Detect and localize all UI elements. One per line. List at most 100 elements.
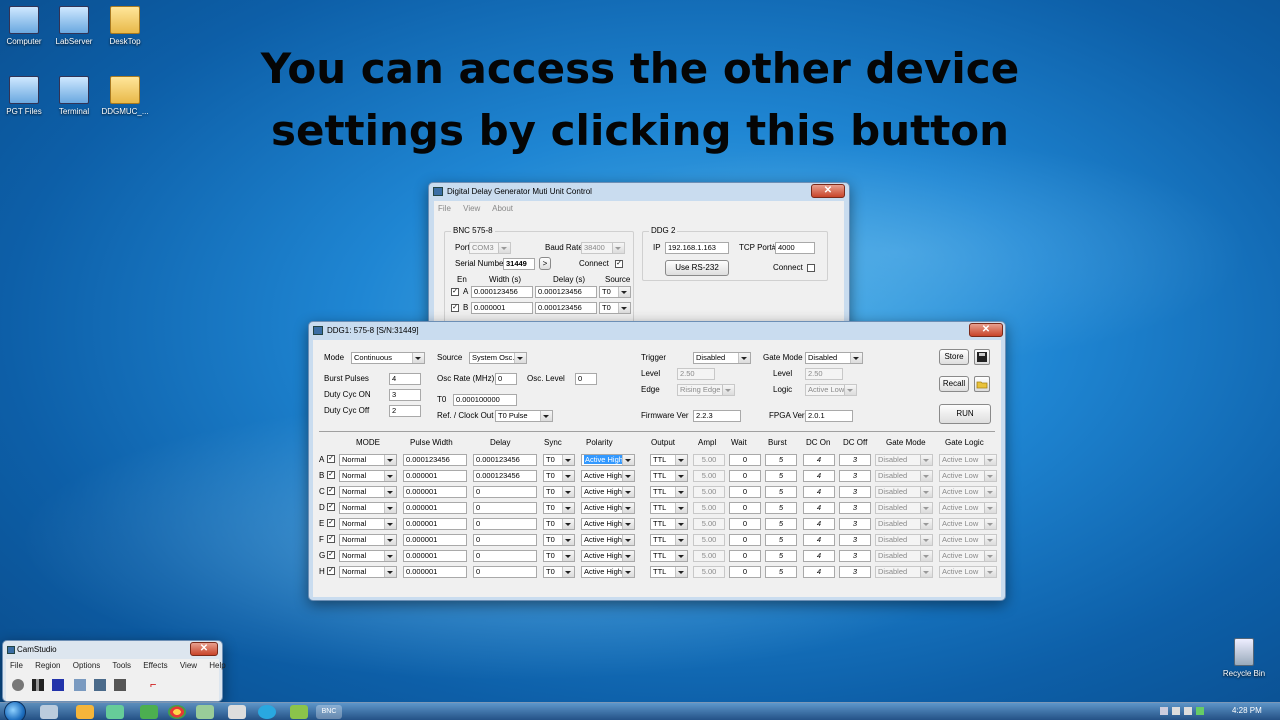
dc-on-field[interactable]: 4	[803, 486, 835, 498]
save-icon[interactable]	[974, 349, 990, 365]
channel-enable-checkbox[interactable]: ✓	[327, 487, 335, 495]
gate-mode-select[interactable]: Disabled	[875, 534, 933, 546]
output-select[interactable]: TTL	[650, 470, 688, 482]
run-button[interactable]: RUN	[939, 404, 991, 424]
sync-select[interactable]: T0	[543, 454, 575, 466]
polarity-select[interactable]: Active High	[581, 486, 635, 498]
dc-on-field[interactable]: 4	[803, 502, 835, 514]
delay-field[interactable]: 0	[473, 550, 537, 562]
menu-tools[interactable]: Tools	[112, 661, 131, 670]
gate-logic-select[interactable]: Active Low	[939, 454, 997, 466]
sync-select[interactable]: T0	[543, 470, 575, 482]
delay-field[interactable]: 0	[473, 502, 537, 514]
gate-logic-select[interactable]: Active Low	[939, 534, 997, 546]
mode-select[interactable]: Normal	[339, 470, 397, 482]
mode-select[interactable]: Continuous	[351, 352, 425, 364]
app-icon[interactable]	[106, 705, 124, 719]
gate-logic-select[interactable]: Active Low	[939, 470, 997, 482]
sync-select[interactable]: T0	[543, 566, 575, 578]
dc-off-field[interactable]: 3	[839, 470, 871, 482]
gate-mode-select[interactable]: Disabled	[875, 502, 933, 514]
osc-rate-field[interactable]: 0	[495, 373, 517, 385]
t0-field[interactable]: 0.000100000	[453, 394, 517, 406]
desktop-icon-recycle-bin[interactable]: Recycle Bin	[1212, 638, 1276, 678]
gate-mode-select[interactable]: Disabled	[875, 454, 933, 466]
network-icon[interactable]	[1172, 707, 1180, 715]
dc-off-field[interactable]: 3	[839, 550, 871, 562]
burst-field[interactable]: 5	[765, 550, 797, 562]
ref-clock-out-select[interactable]: T0 Pulse	[495, 410, 553, 422]
window-titlebar[interactable]: Digital Delay Generator Muti Unit Contro…	[429, 183, 849, 201]
polarity-select[interactable]: Active High	[581, 454, 635, 466]
sync-select[interactable]: T0	[543, 518, 575, 530]
open-folder-icon[interactable]	[974, 376, 990, 392]
pulse-width-field[interactable]: 0.000001	[403, 566, 467, 578]
wait-field[interactable]: 0	[729, 534, 761, 546]
channel-enable-checkbox[interactable]: ✓	[327, 471, 335, 479]
gate-level-field[interactable]: 2.50	[805, 368, 843, 380]
channel-enable-checkbox[interactable]: ✓	[327, 551, 335, 559]
camera-icon[interactable]	[114, 679, 126, 691]
explorer-icon[interactable]	[40, 705, 58, 719]
sync-select[interactable]: T0	[543, 486, 575, 498]
width-field[interactable]: 0.000123456	[471, 286, 533, 298]
close-button[interactable]: ✕	[969, 323, 1003, 337]
app-tray-icon[interactable]	[1196, 707, 1204, 715]
dc-off-field[interactable]: 3	[839, 502, 871, 514]
osc-level-field[interactable]: 0	[575, 373, 597, 385]
gate-mode-select[interactable]: Disabled	[875, 486, 933, 498]
pause-icon[interactable]	[32, 679, 44, 691]
desktop-icon-desktop-folder[interactable]: DeskTop	[93, 6, 157, 46]
pulse-width-field[interactable]: 0.000001	[403, 518, 467, 530]
stop-icon[interactable]	[52, 679, 64, 691]
delay-field[interactable]: 0.000123456	[473, 454, 537, 466]
polarity-select[interactable]: Active High	[581, 534, 635, 546]
output-select[interactable]: TTL	[650, 502, 688, 514]
delay-field[interactable]: 0	[473, 486, 537, 498]
polarity-select[interactable]: Active High	[581, 566, 635, 578]
menu-file[interactable]: File	[438, 204, 451, 213]
source-select[interactable]: T0	[599, 302, 631, 314]
ddg1-window[interactable]: DDG1: 575-8 [S/N:31449] ✕ Mode Continuou…	[308, 321, 1006, 601]
menu-about[interactable]: About	[492, 204, 513, 213]
tcp-port-field[interactable]: 4000	[775, 242, 815, 254]
burst-field[interactable]: 5	[765, 534, 797, 546]
pulse-width-field[interactable]: 0.000001	[403, 550, 467, 562]
chrome-icon[interactable]	[168, 705, 186, 719]
ampl-field[interactable]: 5.00	[693, 566, 725, 578]
close-button[interactable]: ✕	[190, 642, 218, 656]
polarity-select[interactable]: Active High	[581, 518, 635, 530]
menu-help[interactable]: Help	[209, 661, 225, 670]
polarity-select[interactable]: Active High	[581, 502, 635, 514]
store-button[interactable]: Store	[939, 349, 969, 365]
ampl-field[interactable]: 5.00	[693, 518, 725, 530]
dc-on-field[interactable]: 4	[803, 454, 835, 466]
output-select[interactable]: TTL	[650, 566, 688, 578]
menu-region[interactable]: Region	[35, 661, 60, 670]
recall-button[interactable]: Recall	[939, 376, 969, 392]
menu-view[interactable]: View	[463, 204, 480, 213]
window-titlebar[interactable]: CamStudio ✕	[3, 641, 222, 659]
gate-logic-select[interactable]: Active Low	[939, 502, 997, 514]
enable-a-checkbox[interactable]: ✓	[451, 288, 459, 296]
trigger-select[interactable]: Disabled	[693, 352, 751, 364]
volume-icon[interactable]	[1184, 707, 1192, 715]
burst-field[interactable]: 5	[765, 566, 797, 578]
media-icon[interactable]	[76, 705, 94, 719]
window-titlebar[interactable]: DDG1: 575-8 [S/N:31449] ✕	[309, 322, 1005, 340]
mode-select[interactable]: Normal	[339, 550, 397, 562]
gate-logic-select[interactable]: Active Low	[939, 566, 997, 578]
camstudio-window[interactable]: CamStudio ✕ File Region Options Tools Ef…	[2, 640, 226, 702]
dc-off-field[interactable]: 3	[839, 534, 871, 546]
clock[interactable]: 4:28 PM	[1232, 706, 1262, 715]
mode-select[interactable]: Normal	[339, 518, 397, 530]
browse-button[interactable]: >	[539, 257, 551, 270]
menu-effects[interactable]: Effects	[143, 661, 167, 670]
mode-select[interactable]: Normal	[339, 566, 397, 578]
duty-cyc-on-field[interactable]: 3	[389, 389, 421, 401]
burst-field[interactable]: 5	[765, 470, 797, 482]
dc-on-field[interactable]: 4	[803, 566, 835, 578]
mode-select[interactable]: Normal	[339, 502, 397, 514]
sync-select[interactable]: T0	[543, 534, 575, 546]
cursor-effect-icon[interactable]: ⌐	[150, 679, 164, 691]
